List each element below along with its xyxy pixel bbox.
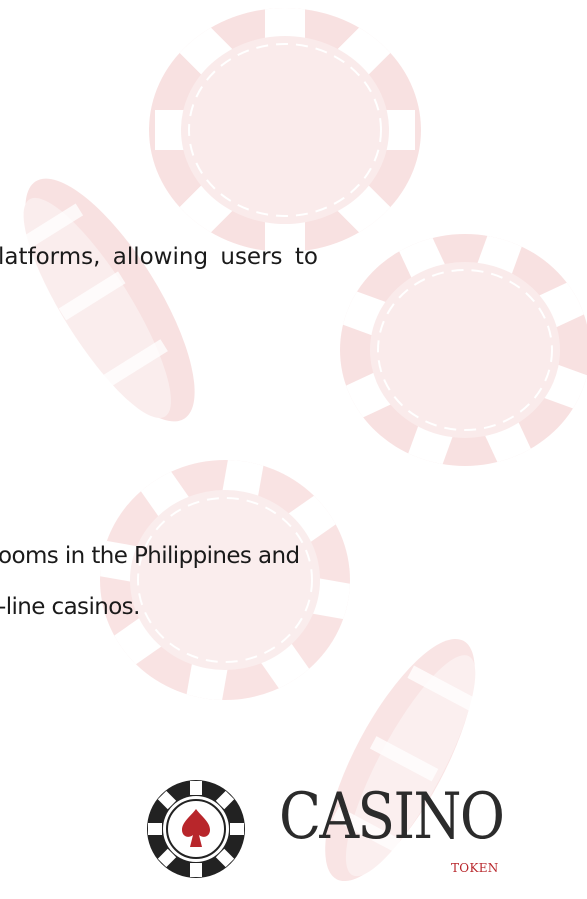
spade-chip-icon: [147, 780, 245, 878]
poker-chip-right: [340, 234, 587, 466]
body-text-line-3: -line casinos.: [0, 594, 140, 620]
casino-token-logo: CASINO TOKEN: [146, 779, 526, 879]
logo-subtitle: TOKEN: [451, 861, 499, 875]
background-chips: [16, 8, 587, 882]
logo-wordmark: CASINO: [279, 780, 505, 854]
poker-chip-tilted-left: [16, 178, 195, 422]
poker-chip-top: [149, 8, 421, 252]
poker-chip-middle: [100, 460, 350, 700]
body-text-line-2: ooms in the Philippines and: [0, 543, 300, 569]
body-text-line-1: latforms, allowing users to: [0, 244, 318, 270]
